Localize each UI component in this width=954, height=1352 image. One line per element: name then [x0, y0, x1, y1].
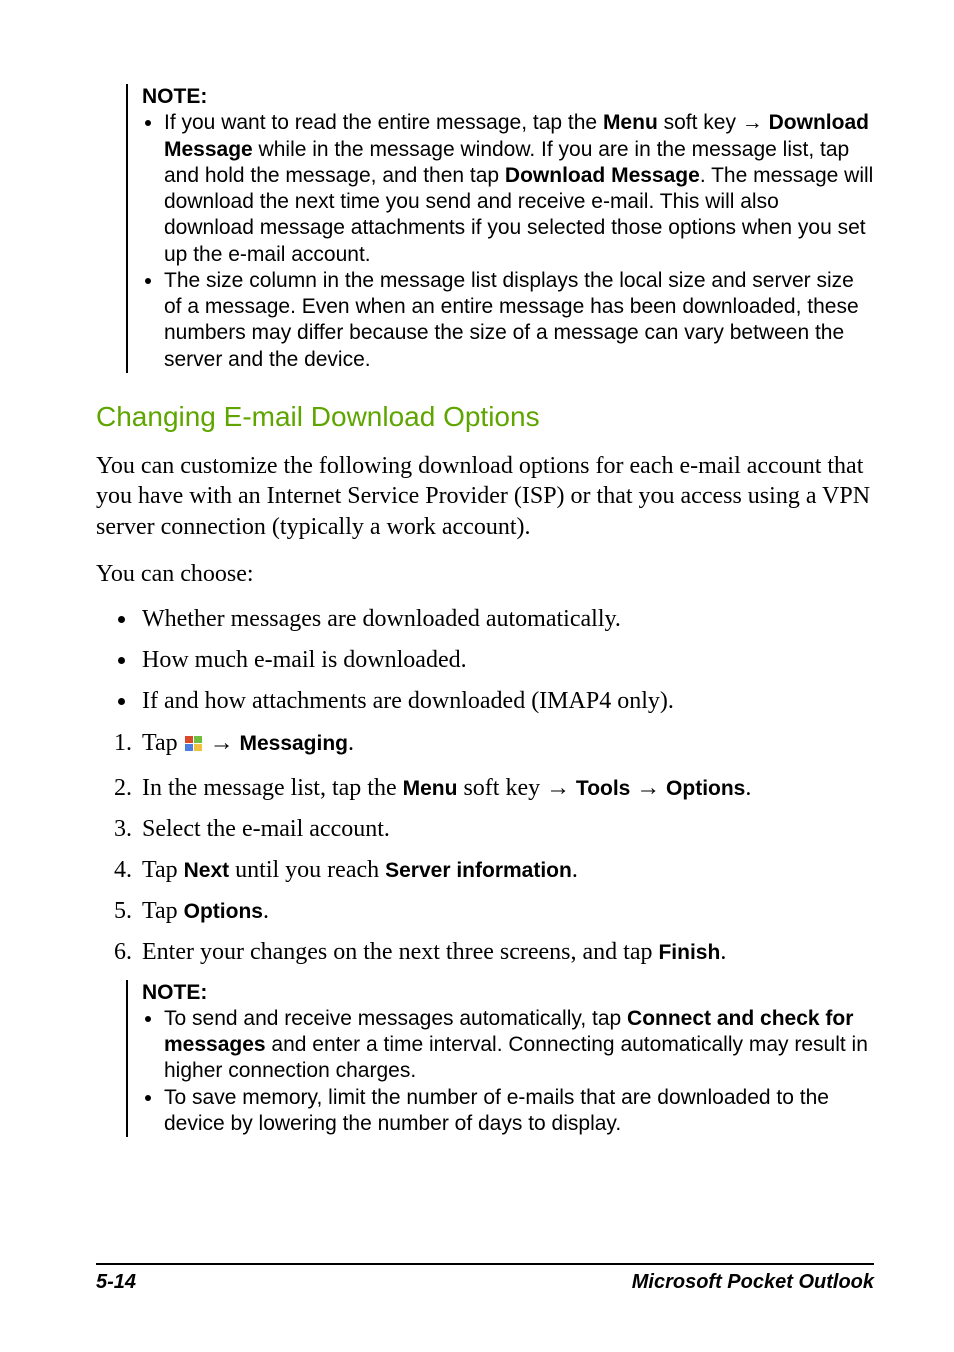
text: .	[720, 939, 726, 965]
text: The size column in the message list disp…	[164, 269, 859, 371]
menu-label: Menu	[603, 111, 658, 134]
text: .	[263, 898, 269, 924]
text: Enter your changes on the next three scr…	[142, 939, 658, 965]
note-bottom-item-2: To save memory, limit the number of e-ma…	[164, 1085, 874, 1138]
page-footer: 5-14 Microsoft Pocket Outlook	[96, 1263, 874, 1294]
step-3: Select the e-mail account.	[138, 816, 874, 843]
text: To save memory, limit the number of e-ma…	[164, 1086, 829, 1135]
server-information-label: Server information	[385, 859, 572, 882]
text: until you reach	[229, 857, 385, 883]
bullet-list: Whether messages are downloaded automati…	[96, 606, 874, 715]
note-top-item-1: If you want to read the entire message, …	[164, 110, 874, 268]
text: .	[745, 775, 751, 801]
section-heading: Changing E-mail Download Options	[96, 401, 874, 433]
menu-label: Menu	[403, 777, 458, 800]
bullet-2: How much e-mail is downloaded.	[138, 647, 874, 674]
text: .	[572, 857, 578, 883]
note-head: NOTE:	[142, 84, 874, 110]
text: Tap	[142, 857, 184, 883]
step-1: Tap → Messaging.	[138, 729, 874, 760]
note-block-bottom: NOTE: To send and receive messages autom…	[126, 980, 874, 1138]
messaging-label: Messaging	[234, 732, 348, 755]
step-5: Tap Options.	[138, 898, 874, 925]
arrow-icon: →	[742, 111, 763, 134]
footer-title: Microsoft Pocket Outlook	[632, 1271, 874, 1294]
step-6: Enter your changes on the next three scr…	[138, 939, 874, 966]
note-top-item-2: The size column in the message list disp…	[164, 268, 874, 373]
text: In the message list, tap the	[142, 775, 403, 801]
page-number: 5-14	[96, 1271, 136, 1294]
finish-label: Finish	[658, 941, 720, 964]
tools-label: Tools	[570, 777, 636, 800]
text: Tap	[142, 898, 184, 924]
text: and enter a time interval. Connecting au…	[164, 1033, 868, 1082]
arrow-icon: →	[546, 774, 570, 801]
text: If you want to read the entire message, …	[164, 111, 603, 134]
step-4: Tap Next until you reach Server informat…	[138, 857, 874, 884]
step-2: In the message list, tap the Menu soft k…	[138, 774, 874, 802]
paragraph-2: You can choose:	[96, 559, 874, 590]
footer-divider	[96, 1263, 874, 1265]
download-message-label-2: Download Message	[505, 164, 700, 187]
note-block-top: NOTE: If you want to read the entire mes…	[126, 84, 874, 373]
text: Tap	[142, 730, 184, 756]
arrow-icon: →	[210, 729, 234, 756]
paragraph-1: You can customize the following download…	[96, 451, 874, 543]
text: soft key	[658, 111, 742, 134]
note-head: NOTE:	[142, 980, 874, 1006]
text: To send and receive messages automatical…	[164, 1007, 627, 1030]
bullet-3: If and how attachments are downloaded (I…	[138, 688, 874, 715]
steps-list: Tap → Messaging. In the message list, ta…	[96, 729, 874, 966]
note-bottom-item-1: To send and receive messages automatical…	[164, 1006, 874, 1085]
bullet-1: Whether messages are downloaded automati…	[138, 606, 874, 633]
text: soft key	[457, 775, 546, 801]
arrow-icon: →	[636, 774, 660, 801]
next-label: Next	[184, 859, 230, 882]
text: .	[348, 730, 354, 756]
options-label: Options	[660, 777, 745, 800]
windows-flag-icon	[184, 733, 204, 760]
options-label: Options	[184, 900, 263, 923]
